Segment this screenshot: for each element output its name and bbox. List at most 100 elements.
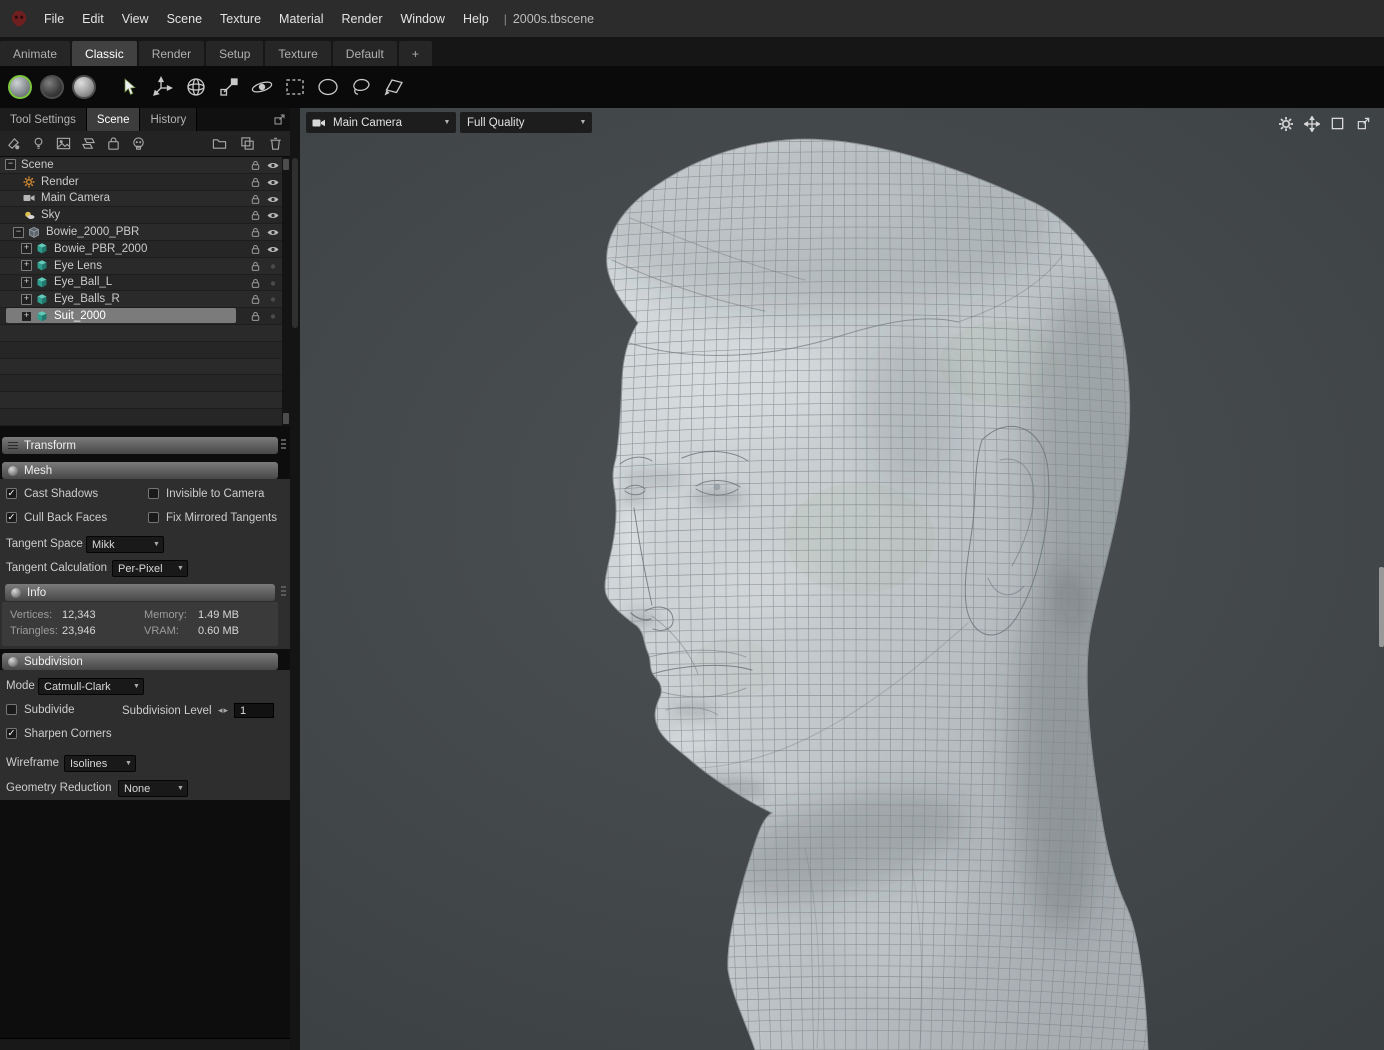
quality-dropdown[interactable]: Full Quality ▼ [460, 112, 592, 133]
pan-icon[interactable] [1303, 115, 1320, 132]
pivot-tool-icon[interactable] [248, 74, 275, 101]
shaded-sphere-button[interactable] [8, 75, 32, 99]
lock-icon[interactable] [250, 261, 262, 272]
collapse-icon[interactable]: − [13, 226, 24, 238]
cull-back-faces-checkbox[interactable]: ✓ Cull Back Faces [6, 511, 107, 524]
tree-item-eye-lens[interactable]: + Eye Lens [0, 257, 282, 275]
tree-item-suit-2000[interactable]: + Suit_2000 [0, 308, 282, 325]
sharpen-corners-checkbox[interactable]: ✓ Sharpen Corners [6, 727, 112, 740]
3d-viewport[interactable]: Main Camera ▼ Full Quality ▼ [300, 108, 1384, 1050]
cast-shadows-checkbox[interactable]: ✓ Cast Shadows [6, 487, 98, 500]
panel-tab-tool-settings[interactable]: Tool Settings [0, 108, 87, 131]
panel-popout-icon[interactable] [273, 113, 286, 126]
expand-icon[interactable]: + [21, 310, 32, 322]
tree-item-render[interactable]: Render [0, 173, 282, 191]
subdivide-checkbox[interactable]: Subdivide [6, 703, 75, 716]
menu-file[interactable]: File [35, 12, 73, 26]
workspace-tab-default[interactable]: Default [332, 41, 397, 66]
fix-mirrored-tangents-checkbox[interactable]: Fix Mirrored Tangents [148, 511, 277, 524]
lock-icon[interactable] [250, 227, 262, 238]
invisible-to-camera-checkbox[interactable]: Invisible to Camera [148, 487, 264, 500]
workspace-tab-classic[interactable]: Classic [72, 41, 137, 66]
tree-item-scene[interactable]: − Scene [0, 157, 282, 174]
mode-dropdown[interactable]: Catmull-Clark ▼ [38, 678, 144, 695]
menu-texture[interactable]: Texture [211, 12, 270, 26]
ellipse-select-icon[interactable] [314, 74, 341, 101]
sky-icon[interactable] [52, 134, 75, 153]
popout-icon[interactable] [1355, 115, 1372, 132]
workspace-tab-animate[interactable]: Animate [0, 41, 71, 66]
lock-icon[interactable] [250, 244, 262, 255]
matcap-sphere-button[interactable] [72, 75, 96, 99]
shadow-catcher-icon[interactable] [77, 134, 100, 153]
scale-tool-icon[interactable] [215, 74, 242, 101]
frame-icon[interactable] [1329, 115, 1346, 132]
collapse-icon[interactable]: − [5, 159, 16, 171]
transform-section-header[interactable]: Transform [2, 437, 278, 454]
visibility-on-icon[interactable] [267, 210, 279, 221]
bulb-icon[interactable] [27, 134, 50, 153]
visibility-off-icon[interactable] [267, 261, 279, 272]
panel-splitter[interactable] [290, 108, 300, 1050]
rotate-tool-icon[interactable] [182, 74, 209, 101]
visibility-off-icon[interactable] [267, 311, 279, 322]
lock-icon[interactable] [250, 311, 262, 322]
menu-window[interactable]: Window [392, 12, 454, 26]
section-grip[interactable] [281, 586, 286, 598]
wireframe-dropdown[interactable]: Isolines ▼ [64, 755, 136, 772]
tangent-space-dropdown[interactable]: Mikk ▼ [86, 536, 164, 553]
duplicate-icon[interactable] [236, 134, 259, 153]
lock-icon[interactable] [250, 160, 262, 171]
gear-icon[interactable] [1277, 115, 1294, 132]
lock-icon[interactable] [250, 210, 262, 221]
visibility-on-icon[interactable] [267, 244, 279, 255]
tree-item-eye-balls-r[interactable]: + Eye_Balls_R [0, 291, 282, 309]
bag-icon[interactable] [102, 134, 125, 153]
panel-tab-scene[interactable]: Scene [86, 108, 141, 131]
window-scrollbar-thumb[interactable] [1379, 567, 1384, 647]
lasso-select-icon[interactable] [347, 74, 374, 101]
workspace-tab-plus[interactable]: + [398, 41, 432, 66]
visibility-on-icon[interactable] [267, 227, 279, 238]
menu-scene[interactable]: Scene [158, 12, 211, 26]
visibility-off-icon[interactable] [267, 278, 279, 289]
tree-item-bowie-2000-pbr[interactable]: − Bowie_2000_PBR [0, 224, 282, 241]
delete-icon[interactable] [264, 134, 287, 153]
subdivision-section-header[interactable]: Subdivision [2, 653, 278, 670]
menu-render[interactable]: Render [333, 12, 392, 26]
camera-dropdown[interactable]: Main Camera ▼ [306, 112, 456, 133]
panel-tab-history[interactable]: History [140, 108, 198, 131]
section-grip[interactable] [281, 439, 286, 451]
skull-icon[interactable] [127, 134, 150, 153]
subdivision-level-stepper[interactable]: ◂ ▸ [218, 704, 228, 717]
mesh-section-header[interactable]: Mesh [2, 462, 278, 479]
select-cursor-icon[interactable] [116, 74, 143, 101]
tangent-calculation-dropdown[interactable]: Per-Pixel ▼ [112, 560, 188, 577]
folder-icon[interactable] [208, 134, 231, 153]
visibility-off-icon[interactable] [267, 294, 279, 305]
visibility-on-icon[interactable] [267, 194, 279, 205]
geometry-reduction-dropdown[interactable]: None ▼ [118, 780, 188, 797]
workspace-tab-texture[interactable]: Texture [265, 41, 331, 66]
tree-item-eye-ball-l[interactable]: + Eye_Ball_L [0, 274, 282, 292]
menu-view[interactable]: View [113, 12, 158, 26]
visibility-on-icon[interactable] [267, 160, 279, 171]
menu-material[interactable]: Material [270, 12, 332, 26]
dark-sphere-button[interactable] [40, 75, 64, 99]
expand-icon[interactable]: + [21, 293, 32, 305]
workspace-tab-render[interactable]: Render [138, 41, 205, 66]
lock-icon[interactable] [250, 278, 262, 289]
translate-tool-icon[interactable] [149, 74, 176, 101]
tree-item-bowie-pbr-2000[interactable]: + Bowie_PBR_2000 [0, 241, 282, 258]
lock-icon[interactable] [250, 194, 262, 205]
marquee-select-icon[interactable] [281, 74, 308, 101]
lock-icon[interactable] [250, 177, 262, 188]
expand-icon[interactable]: + [21, 276, 32, 288]
info-section-header[interactable]: Info [5, 584, 275, 601]
menu-help[interactable]: Help [454, 12, 498, 26]
subdivision-level-input[interactable]: 1 [234, 703, 274, 718]
tree-scrollbar[interactable] [282, 157, 290, 426]
tree-item-sky[interactable]: Sky [0, 207, 282, 225]
visibility-on-icon[interactable] [267, 177, 279, 188]
lock-icon[interactable] [250, 294, 262, 305]
